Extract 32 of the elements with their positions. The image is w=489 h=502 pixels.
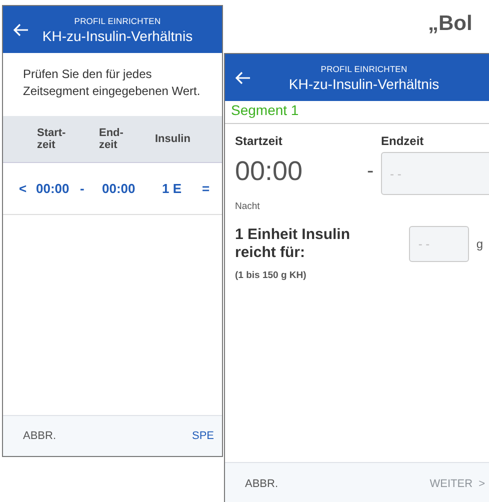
background-heading: „Bol — [428, 12, 472, 36]
header-title: KH-zu-Insulin-Verhältnis — [288, 76, 440, 92]
chevron-text: < — [19, 181, 28, 196]
carb-amount-field[interactable]: - - — [409, 226, 470, 262]
period-label: Nacht — [235, 201, 261, 212]
next-button[interactable]: SPE — [192, 426, 214, 446]
header-title: KH-zu-Insulin-Verhältnis — [42, 28, 193, 44]
separator-text: - — [367, 160, 375, 183]
start-time: 00:00 — [235, 156, 304, 187]
end-time: 00:00 — [102, 181, 136, 196]
end-time-field[interactable]: - - — [381, 152, 489, 195]
header-subtitle: PROFIL EINRICHTEN — [320, 64, 408, 74]
header-subtitle: PROFIL EINRICHTEN — [74, 16, 161, 26]
start-label: Startzeit — [235, 134, 284, 148]
column-header: Start-zeit — [37, 127, 67, 151]
segment-row[interactable]: < 00:00 - 00:00 1 E = — [3, 163, 222, 215]
equals-text: = — [202, 181, 211, 196]
insulin-value: 1 E — [162, 181, 183, 196]
unit-label: g — [476, 237, 483, 251]
instruction-text: Prüfen Sie den für jedes Zeitsegment eingegebenen Wert. — [22, 66, 202, 100]
separator-text: - — [80, 181, 86, 196]
segment-title: Segment 1 — [225, 101, 489, 124]
range-hint: (1 bis 150 g KH) — [234, 269, 308, 283]
start-time: 00:00 — [36, 181, 70, 196]
cancel-button[interactable]: ABBR. — [245, 474, 278, 494]
back-arrow-icon[interactable] — [13, 22, 29, 36]
column-header: End-zeit — [99, 127, 124, 151]
back-arrow-icon[interactable] — [235, 70, 251, 84]
cancel-button[interactable]: ABBR. — [23, 426, 56, 446]
end-label: Endzeit — [381, 134, 425, 148]
column-header: Insulin — [155, 133, 192, 145]
ratio-label: 1 Einheit Insulin reicht für: — [235, 226, 352, 262]
